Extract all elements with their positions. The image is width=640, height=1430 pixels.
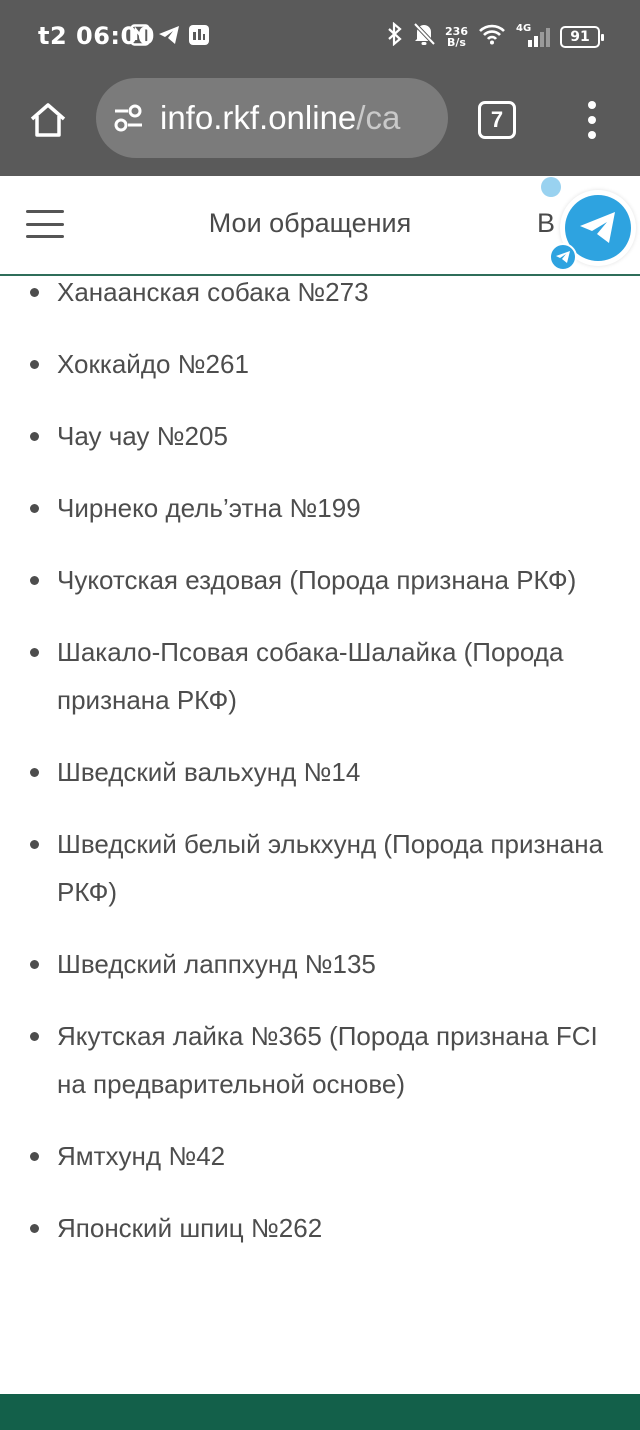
- telegram-notification-icon: [158, 25, 180, 50]
- home-icon: [30, 103, 66, 137]
- status-notification-icons: [130, 24, 210, 51]
- tab-count: 7: [490, 107, 504, 132]
- home-button[interactable]: [22, 94, 74, 146]
- bluetooth-icon: [387, 21, 403, 51]
- status-bar: t2 06:00 236 B/s 4G 91: [0, 0, 640, 72]
- breed-list: Ханаанская собака №273 Хоккайдо №261 Чау…: [0, 268, 640, 1276]
- header-right-link[interactable]: В: [537, 208, 555, 239]
- network-speed-unit: B/s: [447, 35, 466, 49]
- list-item[interactable]: Японский шпиц №262: [0, 1204, 640, 1252]
- list-item[interactable]: Чау чау №205: [0, 412, 640, 460]
- page-footer: [0, 1394, 640, 1430]
- silent-icon: [413, 22, 436, 51]
- site-settings-icon[interactable]: [112, 104, 144, 132]
- overflow-menu-icon[interactable]: [578, 98, 606, 142]
- battery-icon: 91: [560, 25, 604, 48]
- address-bar[interactable]: info.rkf.online/ca: [96, 78, 448, 158]
- list-item[interactable]: Чирнеко дель’этна №199: [0, 484, 640, 532]
- status-system-icons: 236 B/s 4G 91: [387, 21, 604, 51]
- list-item[interactable]: Ханаанская собака №273: [0, 268, 640, 316]
- list-item[interactable]: Якутская лайка №365 (Порода признана FCI…: [0, 1012, 640, 1108]
- network-speed-value: 236: [445, 24, 468, 38]
- url-host: info.rkf.online: [160, 99, 357, 136]
- url-text: info.rkf.online/ca: [160, 99, 400, 137]
- list-item[interactable]: Хоккайдо №261: [0, 340, 640, 388]
- nfc-icon: [130, 24, 150, 51]
- browser-toolbar: info.rkf.online/ca 7: [0, 72, 640, 176]
- url-path: /ca: [356, 99, 401, 136]
- list-item[interactable]: Чукотская ездовая (Порода признана РКФ): [0, 556, 640, 604]
- battery-level: 91: [570, 28, 590, 45]
- page-title[interactable]: Мои обращения: [0, 208, 620, 239]
- list-item[interactable]: Шведский лаппхунд №135: [0, 940, 640, 988]
- network-speed: 236 B/s: [445, 26, 468, 48]
- list-item[interactable]: Шакало-Псовая собака-Шалайка (Порода при…: [0, 628, 640, 724]
- message-notification-icon: [188, 24, 210, 51]
- telegram-mini-icon: [549, 243, 577, 271]
- list-item[interactable]: Шведский вальхунд №14: [0, 748, 640, 796]
- list-item[interactable]: Ямтхунд №42: [0, 1132, 640, 1180]
- wifi-icon: [478, 23, 506, 50]
- signal-icon: 4G: [516, 23, 550, 49]
- tab-switcher-button[interactable]: 7: [478, 101, 516, 139]
- list-item[interactable]: Шведский белый элькхунд (Порода признана…: [0, 820, 640, 916]
